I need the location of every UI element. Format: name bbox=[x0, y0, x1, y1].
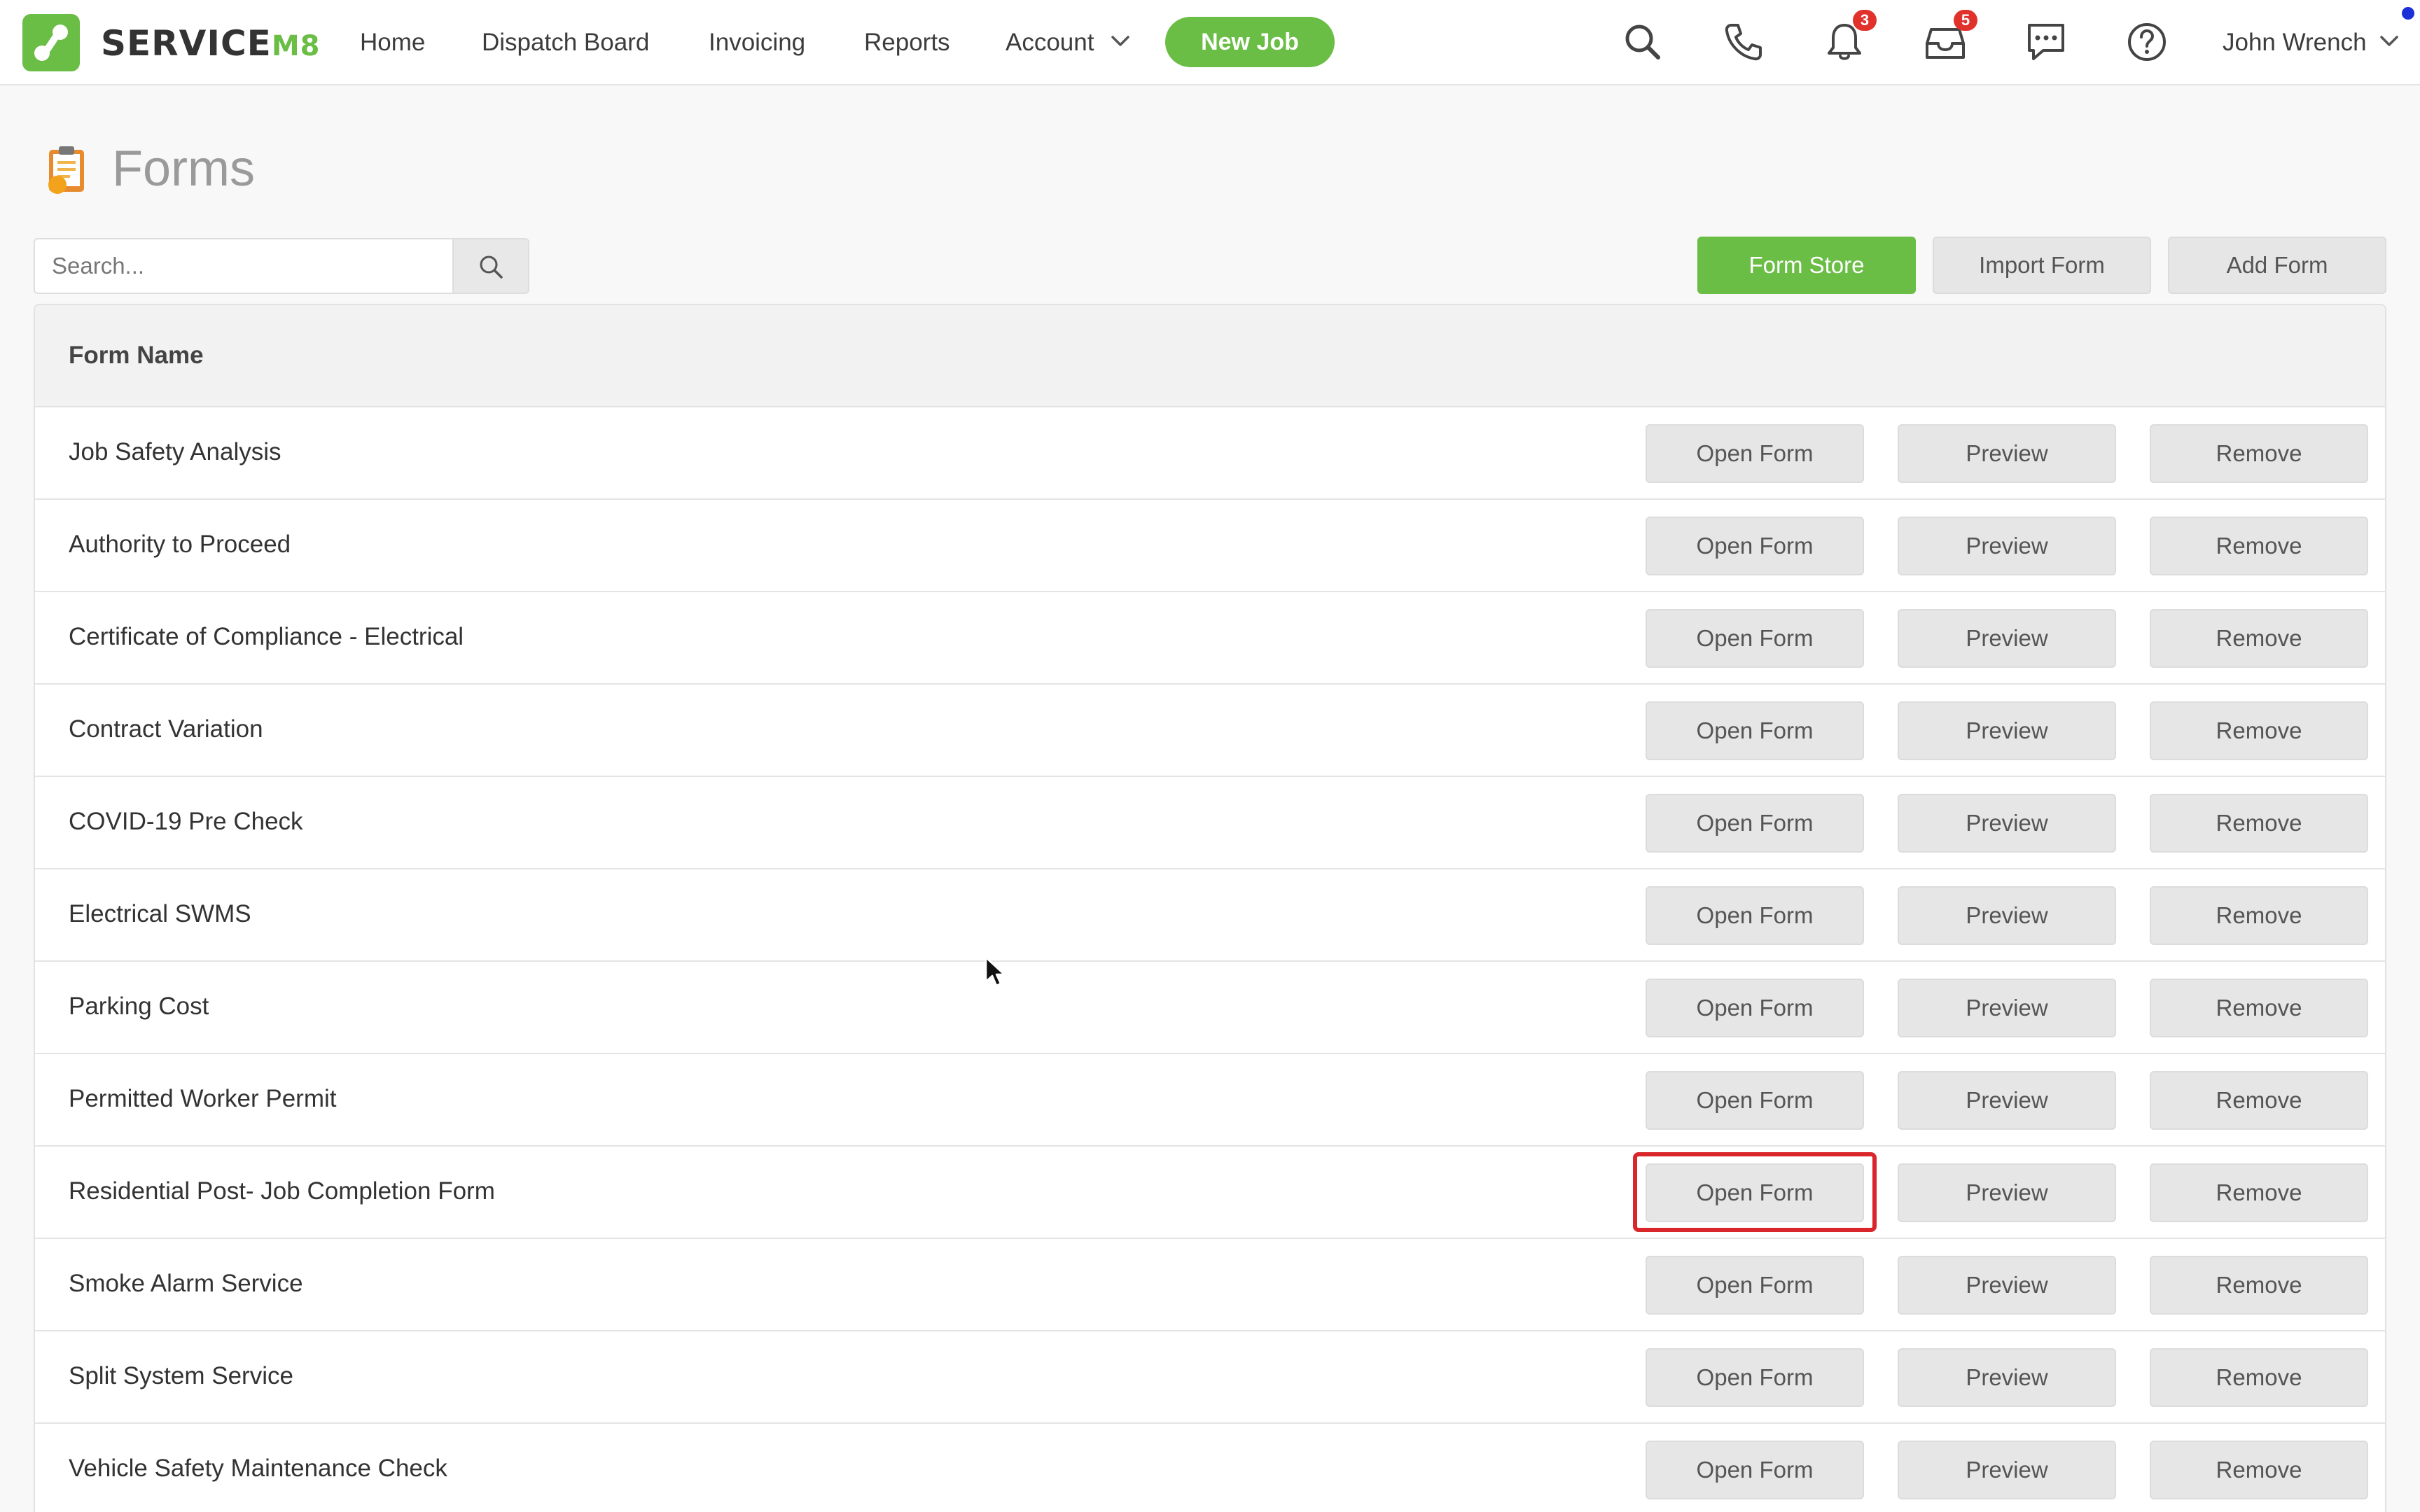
remove-button[interactable]: Remove bbox=[2150, 794, 2368, 853]
open-form-button[interactable]: Open Form bbox=[1646, 979, 1864, 1037]
form-name: Smoke Alarm Service bbox=[69, 1270, 303, 1297]
open-form-button[interactable]: Open Form bbox=[1646, 794, 1864, 853]
add-form-button[interactable]: Add Form bbox=[2168, 237, 2386, 294]
help-icon[interactable] bbox=[2125, 20, 2169, 64]
brand-name: SERVICE bbox=[101, 23, 272, 64]
search-button-icon bbox=[480, 255, 503, 279]
table-row: Certificate of Compliance - Electrical Op… bbox=[35, 592, 2385, 685]
open-form-button[interactable]: Open Form bbox=[1646, 424, 1864, 483]
table-row: Residential Post- Job Completion Form Ope… bbox=[35, 1147, 2385, 1239]
inbox-badge: 5 bbox=[1954, 10, 1977, 31]
form-name: COVID-19 Pre Check bbox=[69, 808, 303, 835]
table-row: Electrical SWMS Open Form Preview Remove bbox=[35, 869, 2385, 962]
table-row: Job Safety Analysis Open Form Preview Remov… bbox=[35, 407, 2385, 500]
open-form-button[interactable]: Open Form bbox=[1646, 517, 1864, 575]
table-row: Contract Variation Open Form Preview Remove bbox=[35, 685, 2385, 777]
remove-button[interactable]: Remove bbox=[2150, 424, 2368, 483]
remove-button[interactable]: Remove bbox=[2150, 886, 2368, 945]
search-icon[interactable] bbox=[1620, 20, 1665, 64]
form-name: Parking Cost bbox=[69, 993, 209, 1020]
open-form-button[interactable]: Open Form bbox=[1646, 1163, 1864, 1222]
servicem8-logo-icon[interactable] bbox=[22, 14, 80, 71]
search-input[interactable] bbox=[34, 238, 452, 294]
form-name: Split System Service bbox=[69, 1362, 293, 1390]
chevron-down-icon[interactable] bbox=[1111, 35, 1130, 48]
form-name: Job Safety Analysis bbox=[69, 438, 281, 465]
remove-button[interactable]: Remove bbox=[2150, 701, 2368, 760]
preview-button[interactable]: Preview bbox=[1898, 609, 2116, 668]
open-form-button[interactable]: Open Form bbox=[1646, 886, 1864, 945]
remove-button[interactable]: Remove bbox=[2150, 1071, 2368, 1130]
forms-table: Form Name Job Safety Analysis Open Form Pr… bbox=[34, 304, 2386, 1512]
form-name: Contract Variation bbox=[69, 715, 263, 743]
form-name: Permitted Worker Permit bbox=[69, 1085, 337, 1112]
table-row: Vehicle Safety Maintenance Check Open For… bbox=[35, 1424, 2385, 1512]
nav-account[interactable]: Account bbox=[1006, 22, 1094, 63]
import-form-button[interactable]: Import Form bbox=[1933, 237, 2151, 294]
nav-reports[interactable]: Reports bbox=[864, 22, 950, 63]
user-menu[interactable]: John Wrench bbox=[2223, 22, 2367, 63]
form-name: Certificate of Compliance - Electrical bbox=[69, 623, 464, 650]
brand-suffix: M8 bbox=[271, 30, 321, 62]
remove-button[interactable]: Remove bbox=[2150, 609, 2368, 668]
page-title: Forms bbox=[112, 141, 255, 197]
search-button[interactable] bbox=[452, 238, 529, 294]
form-name: Electrical SWMS bbox=[69, 900, 251, 927]
table-header: Form Name bbox=[35, 305, 2385, 407]
preview-button[interactable]: Preview bbox=[1898, 1163, 2116, 1222]
preview-button[interactable]: Preview bbox=[1898, 517, 2116, 575]
preview-button[interactable]: Preview bbox=[1898, 886, 2116, 945]
user-chevron-down-icon[interactable] bbox=[2379, 35, 2399, 48]
preview-button[interactable]: Preview bbox=[1898, 701, 2116, 760]
table-row: Split System Service Open Form Preview Remo… bbox=[35, 1331, 2385, 1424]
clipboard-icon bbox=[48, 146, 84, 194]
table-row: Parking Cost Open Form Preview Remove bbox=[35, 962, 2385, 1054]
phone-icon[interactable] bbox=[1721, 20, 1766, 64]
open-form-button[interactable]: Open Form bbox=[1646, 1441, 1864, 1499]
remove-button[interactable]: Remove bbox=[2150, 1163, 2368, 1222]
chat-icon[interactable] bbox=[2024, 20, 2068, 64]
table-row: COVID-19 Pre Check Open Form Preview Remove bbox=[35, 777, 2385, 869]
user-name: John Wrench bbox=[2223, 29, 2367, 56]
new-job-button[interactable]: New Job bbox=[1165, 17, 1335, 67]
preview-button[interactable]: Preview bbox=[1898, 1256, 2116, 1315]
nav-invoicing[interactable]: Invoicing bbox=[709, 22, 805, 63]
brand-wordmark: SERVICEM8 bbox=[101, 21, 320, 66]
column-header-form-name: Form Name bbox=[69, 342, 204, 369]
table-row: Authority to Proceed Open Form Preview Remo… bbox=[35, 500, 2385, 592]
preview-button[interactable]: Preview bbox=[1898, 794, 2116, 853]
preview-button[interactable]: Preview bbox=[1898, 1071, 2116, 1130]
form-name: Residential Post- Job Completion Form bbox=[69, 1177, 495, 1205]
remove-button[interactable]: Remove bbox=[2150, 979, 2368, 1037]
remove-button[interactable]: Remove bbox=[2150, 1441, 2368, 1499]
open-form-button[interactable]: Open Form bbox=[1646, 1256, 1864, 1315]
notifications-badge: 3 bbox=[1853, 10, 1877, 31]
remove-button[interactable]: Remove bbox=[2150, 1348, 2368, 1407]
form-store-button[interactable]: Form Store bbox=[1697, 237, 1916, 294]
open-form-button[interactable]: Open Form bbox=[1646, 701, 1864, 760]
preview-button[interactable]: Preview bbox=[1898, 424, 2116, 483]
remove-button[interactable]: Remove bbox=[2150, 517, 2368, 575]
preview-button[interactable]: Preview bbox=[1898, 979, 2116, 1037]
status-dot bbox=[2402, 7, 2414, 20]
table-row: Smoke Alarm Service Open Form Preview Remov… bbox=[35, 1239, 2385, 1331]
open-form-button[interactable]: Open Form bbox=[1646, 1071, 1864, 1130]
top-navigation-bar: SERVICEM8 Home Dispatch Board Invoicing … bbox=[0, 0, 2420, 85]
remove-button[interactable]: Remove bbox=[2150, 1256, 2368, 1315]
table-row: Permitted Worker Permit Open Form Preview R… bbox=[35, 1054, 2385, 1147]
nav-dispatch-board[interactable]: Dispatch Board bbox=[482, 22, 649, 63]
form-name: Authority to Proceed bbox=[69, 531, 291, 558]
preview-button[interactable]: Preview bbox=[1898, 1441, 2116, 1499]
form-name: Vehicle Safety Maintenance Check bbox=[69, 1455, 447, 1482]
preview-button[interactable]: Preview bbox=[1898, 1348, 2116, 1407]
nav-home[interactable]: Home bbox=[360, 22, 425, 63]
open-form-button[interactable]: Open Form bbox=[1646, 609, 1864, 668]
open-form-button[interactable]: Open Form bbox=[1646, 1348, 1864, 1407]
